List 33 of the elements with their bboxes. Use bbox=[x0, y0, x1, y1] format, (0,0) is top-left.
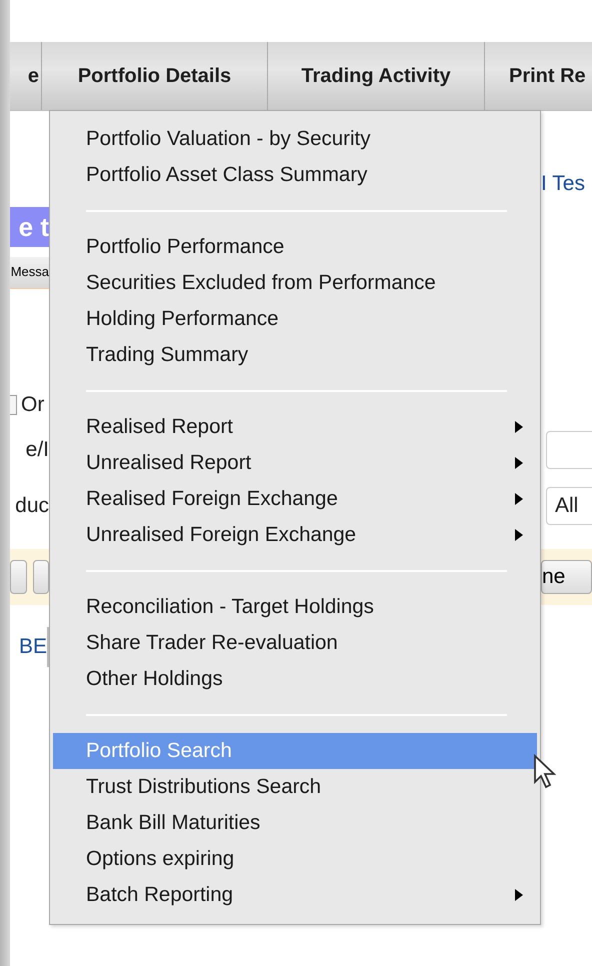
menu-item[interactable]: Trust Distributions Search bbox=[53, 769, 537, 805]
toolbar-button[interactable]: ne bbox=[541, 560, 592, 594]
menu-item[interactable]: Other Holdings bbox=[53, 661, 537, 697]
menu-item[interactable]: Share Trader Re-evaluation bbox=[53, 625, 537, 661]
input-field[interactable] bbox=[546, 431, 592, 469]
menu-tab[interactable]: Print Re bbox=[485, 42, 592, 110]
menu-item[interactable]: Reconciliation - Target Holdings bbox=[53, 589, 537, 625]
menu-item[interactable]: Portfolio Valuation - by Security bbox=[53, 121, 537, 157]
mouse-pointer-icon bbox=[533, 754, 557, 790]
link[interactable]: I Tes bbox=[541, 172, 585, 196]
checkbox-label: Or bbox=[21, 392, 44, 416]
menu-item[interactable]: Securities Excluded from Performance bbox=[53, 265, 537, 301]
toolbar-button[interactable] bbox=[10, 560, 26, 594]
menu-item[interactable]: Realised Report bbox=[53, 409, 537, 445]
menu-item[interactable]: Unrealised Foreign Exchange bbox=[53, 517, 537, 553]
toolbar-button[interactable] bbox=[32, 560, 49, 594]
menu-item[interactable]: Portfolio Asset Class Summary bbox=[53, 157, 537, 193]
menu-item[interactable]: Realised Foreign Exchange bbox=[53, 481, 537, 517]
field-label: duc bbox=[15, 494, 49, 518]
menu-item[interactable]: Trading Summary bbox=[53, 337, 537, 373]
select-field[interactable]: All bbox=[546, 486, 592, 524]
menu-item[interactable]: Batch Reporting bbox=[53, 877, 537, 913]
checkbox[interactable] bbox=[10, 394, 17, 414]
menu-item[interactable]: Holding Performance bbox=[53, 301, 537, 337]
menu-item[interactable]: Unrealised Report bbox=[53, 445, 537, 481]
link[interactable]: BE bbox=[18, 635, 47, 659]
message-tab[interactable]: Messa bbox=[10, 257, 49, 289]
banner: e t bbox=[10, 207, 49, 247]
menu-item[interactable]: Bank Bill Maturities bbox=[53, 805, 537, 841]
menu-item[interactable]: Portfolio Performance bbox=[53, 229, 537, 265]
menu-tab[interactable]: e bbox=[10, 42, 42, 110]
field-label: e/I bbox=[26, 438, 49, 462]
menu-item[interactable]: Options expiring bbox=[53, 841, 537, 877]
